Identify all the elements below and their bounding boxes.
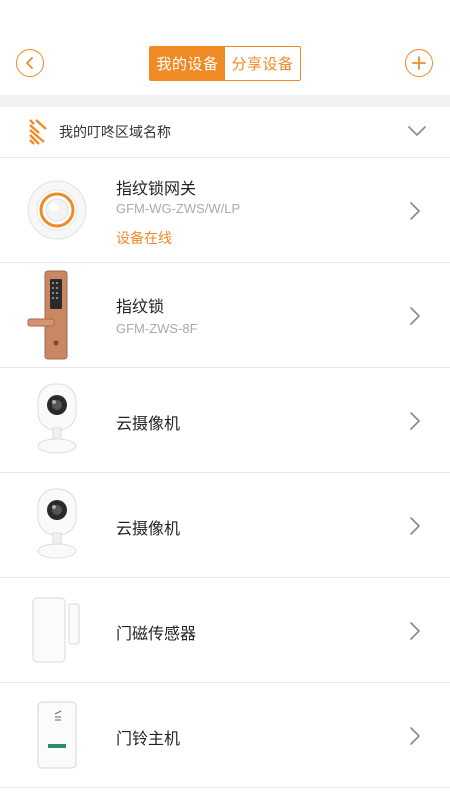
device-item-doorbell-host[interactable]: 门铃主机: [0, 683, 450, 788]
tab-my-devices[interactable]: 我的设备: [150, 47, 225, 80]
cloud-camera-icon: [22, 376, 92, 464]
door-sensor-icon: [22, 586, 92, 674]
device-name: 云摄像机: [116, 414, 181, 433]
chevron-right-icon: [410, 412, 420, 430]
area-name: 我的叮咚区域名称: [59, 125, 171, 141]
area-selector[interactable]: 我的叮咚区域名称: [0, 107, 450, 158]
chevron-right-icon: [410, 202, 420, 220]
tab-shared-devices[interactable]: 分享设备: [225, 47, 300, 80]
back-circle-icon: [26, 57, 33, 69]
chevron-right-icon: [410, 517, 420, 535]
device-item-door-sensor[interactable]: 门磁传感器: [0, 578, 450, 683]
back-button[interactable]: [16, 49, 44, 77]
device-item-gateway[interactable]: 指纹锁网关 GFM-WG-ZWS/W/LP 设备在线: [0, 158, 450, 263]
brand-stripes-icon: [29, 119, 47, 145]
chevron-down-icon[interactable]: [407, 124, 427, 138]
device-list: 指纹锁网关 GFM-WG-ZWS/W/LP 设备在线 指纹锁 GFM-ZWS-8…: [0, 158, 450, 788]
device-model: GFM-ZWS-8F: [116, 321, 198, 336]
device-item-cloud-camera[interactable]: 云摄像机: [0, 473, 450, 578]
chevron-right-icon: [410, 307, 420, 325]
top-bar: 我的设备 分享设备: [0, 0, 450, 95]
fingerprint-lock-icon: [22, 270, 92, 360]
device-name: 指纹锁网关: [116, 179, 197, 198]
device-item-fingerprint-lock[interactable]: 指纹锁 GFM-ZWS-8F: [0, 263, 450, 368]
device-item-cloud-camera[interactable]: 云摄像机: [0, 368, 450, 473]
device-name: 门磁传感器: [116, 624, 197, 643]
add-device-button[interactable]: [405, 49, 433, 77]
device-name: 云摄像机: [116, 519, 181, 538]
gateway-icon: [22, 166, 92, 254]
doorbell-host-icon: [22, 691, 92, 779]
device-segmented-control: 我的设备 分享设备: [149, 46, 301, 81]
chevron-right-icon: [410, 727, 420, 745]
cloud-camera-icon: [22, 481, 92, 569]
device-name: 门铃主机: [116, 729, 181, 748]
device-model: GFM-WG-ZWS/W/LP: [116, 201, 241, 216]
device-status: 设备在线: [116, 231, 172, 247]
device-name: 指纹锁: [116, 297, 165, 316]
section-gap: [0, 95, 450, 107]
chevron-right-icon: [410, 622, 420, 640]
add-circle-icon: [412, 56, 426, 70]
